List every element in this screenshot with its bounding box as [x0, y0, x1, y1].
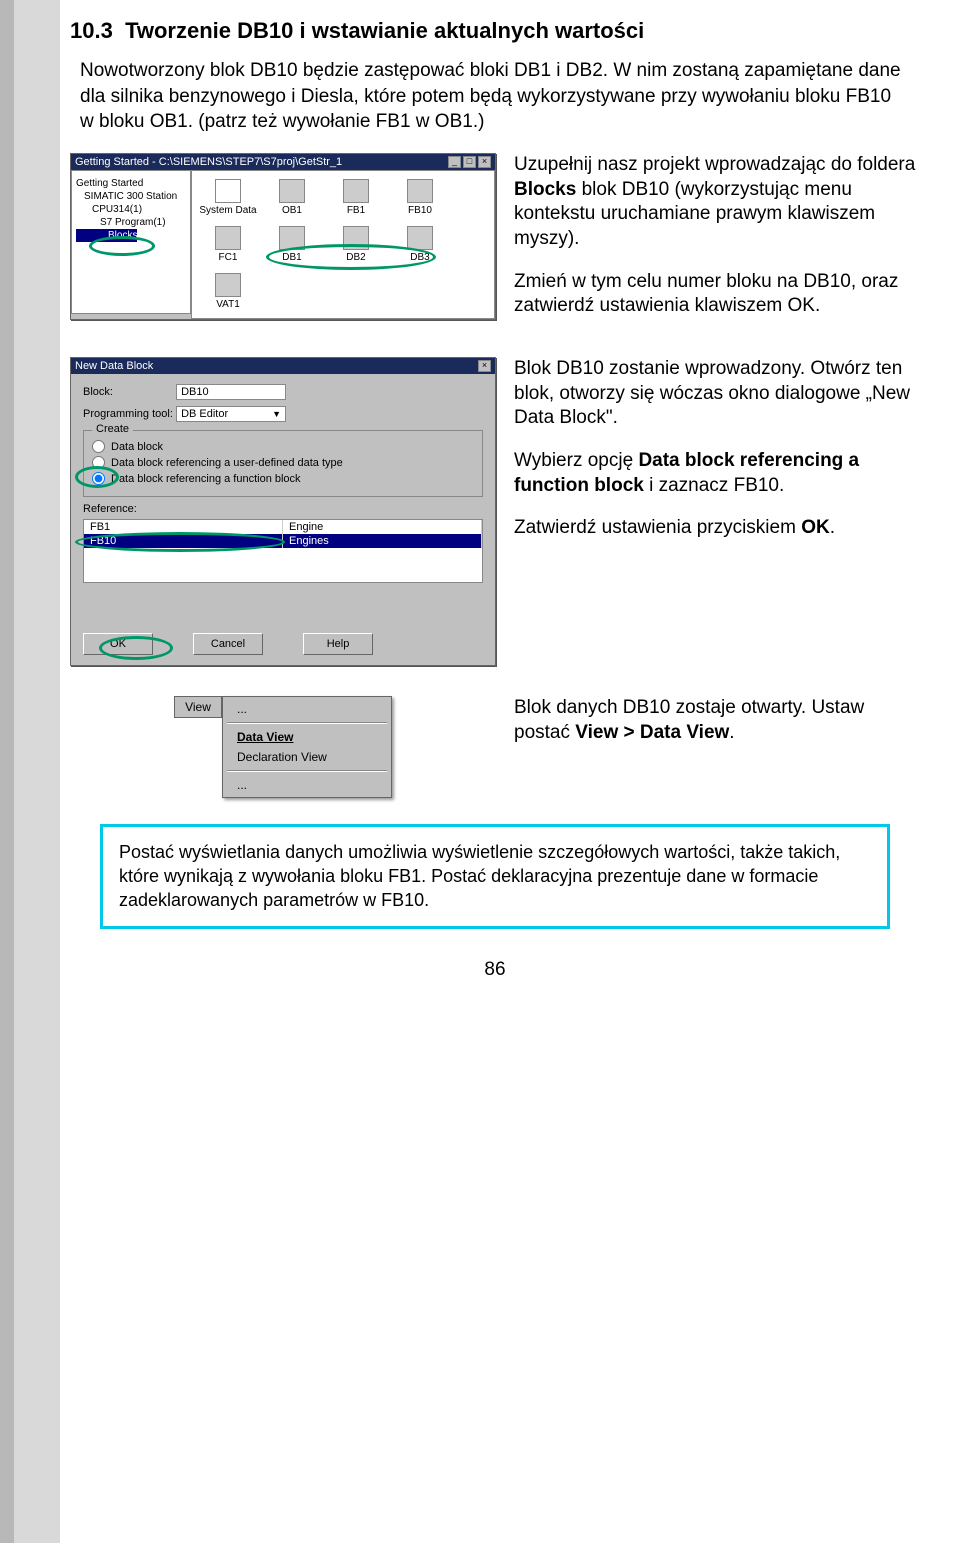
- row-1: Getting Started - C:\SIEMENS\STEP7\S7pro…: [70, 153, 920, 337]
- menu-item-declaration-view[interactable]: Declaration View: [223, 747, 391, 767]
- desc-1a: Uzupełnij nasz projekt wprowadzając do f…: [514, 153, 920, 252]
- radio-db-fb[interactable]: Data block referencing a function block: [92, 472, 474, 485]
- menu-separator: [227, 770, 387, 772]
- window-title: Getting Started - C:\SIEMENS\STEP7\S7pro…: [75, 156, 342, 168]
- intro-paragraph: Nowotworzony blok DB10 będzie zastępować…: [80, 58, 910, 135]
- desc-1b: Zmień w tym celu numer bloku na DB10, or…: [514, 270, 920, 319]
- window-titlebar: Getting Started - C:\SIEMENS\STEP7\S7pro…: [71, 154, 495, 170]
- dialog-titlebar: New Data Block ×: [71, 358, 495, 374]
- page-content: 10.3 Tworzenie DB10 i wstawianie aktualn…: [60, 0, 940, 981]
- page-number: 86: [70, 959, 920, 981]
- minimize-icon[interactable]: _: [448, 156, 461, 168]
- block-value[interactable]: DB10: [176, 384, 286, 400]
- block-label: Block:: [83, 386, 173, 398]
- progtool-label: Programming tool:: [83, 408, 173, 420]
- block-icon[interactable]: DB3: [390, 226, 450, 263]
- block-icon[interactable]: DB1: [262, 226, 322, 263]
- info-note: Postać wyświetlania danych umożliwia wyś…: [100, 824, 890, 929]
- desc-2b: Wybierz opcję Data block referencing a f…: [514, 449, 920, 498]
- reference-label: Reference:: [83, 503, 483, 515]
- tree-item[interactable]: S7 Program(1): [76, 216, 186, 229]
- ok-button[interactable]: OK: [83, 633, 153, 655]
- desc-3: Blok danych DB10 zostaje otwarty. Ustaw …: [514, 696, 920, 798]
- new-data-block-dialog: New Data Block × Block: DB10 Programming…: [70, 357, 496, 666]
- tree-item[interactable]: Getting Started: [76, 177, 186, 190]
- block-icon[interactable]: System Data: [198, 179, 258, 216]
- menu-item[interactable]: ...: [223, 699, 391, 719]
- desc-3a: Blok danych DB10 zostaje otwarty. Ustaw …: [514, 696, 920, 745]
- row-2: New Data Block × Block: DB10 Programming…: [70, 357, 920, 666]
- block-icon[interactable]: FB1: [326, 179, 386, 216]
- radio-db-udt[interactable]: Data block referencing a user-defined da…: [92, 456, 474, 469]
- list-row: FB1Engine: [84, 520, 482, 534]
- page-sidebar: [0, 0, 60, 1543]
- tree-item[interactable]: SIMATIC 300 Station: [76, 190, 186, 203]
- block-icon[interactable]: DB2: [326, 226, 386, 263]
- desc-2a: Blok DB10 zostanie wprowadzony. Otwórz t…: [514, 357, 920, 431]
- menu-header[interactable]: View: [174, 696, 222, 718]
- help-button[interactable]: Help: [303, 633, 373, 655]
- block-icon[interactable]: VAT1: [198, 273, 258, 310]
- radio-data-block[interactable]: Data block: [92, 440, 474, 453]
- menu-item[interactable]: ...: [223, 775, 391, 795]
- section-number: 10.3: [70, 18, 113, 43]
- view-menu-box: View ... Data View Declaration View ...: [70, 696, 496, 798]
- cancel-button[interactable]: Cancel: [193, 633, 263, 655]
- section-title: Tworzenie DB10 i wstawianie aktualnych w…: [125, 18, 644, 43]
- tree-item[interactable]: CPU314(1): [76, 203, 186, 216]
- project-tree[interactable]: Getting Started SIMATIC 300 Station CPU3…: [71, 170, 191, 314]
- tree-item-selected[interactable]: Blocks: [76, 229, 137, 242]
- close-icon[interactable]: ×: [478, 156, 491, 168]
- simatic-manager-window: Getting Started - C:\SIEMENS\STEP7\S7pro…: [70, 153, 496, 337]
- menu-item-data-view[interactable]: Data View: [223, 727, 391, 747]
- desc-1: Uzupełnij nasz projekt wprowadzając do f…: [514, 153, 920, 337]
- menu-separator: [227, 722, 387, 724]
- block-icon[interactable]: FC1: [198, 226, 258, 263]
- desc-2c: Zatwierdź ustawienia przyciskiem OK.: [514, 516, 920, 541]
- block-icon[interactable]: OB1: [262, 179, 322, 216]
- close-icon[interactable]: ×: [478, 360, 491, 372]
- create-group: Create Data block Data block referencing…: [83, 430, 483, 497]
- group-title: Create: [92, 423, 133, 435]
- page-sidebar-inner: [14, 0, 60, 1543]
- chevron-down-icon: ▼: [272, 409, 281, 419]
- view-dropdown: ... Data View Declaration View ...: [222, 696, 392, 798]
- progtool-select[interactable]: DB Editor ▼: [176, 406, 286, 422]
- row-3: View ... Data View Declaration View ... …: [70, 696, 920, 798]
- list-row-selected: FB10Engines: [84, 534, 482, 548]
- desc-2: Blok DB10 zostanie wprowadzony. Otwórz t…: [514, 357, 920, 666]
- section-heading: 10.3 Tworzenie DB10 i wstawianie aktualn…: [70, 18, 920, 44]
- icon-pane: System Data OB1 FB1 FB10 FC1 DB1 DB2 DB3: [191, 170, 495, 319]
- reference-list[interactable]: FB1Engine FB10Engines: [83, 519, 483, 583]
- maximize-icon[interactable]: □: [463, 156, 476, 168]
- block-icon[interactable]: FB10: [390, 179, 450, 216]
- dialog-title: New Data Block: [75, 360, 153, 372]
